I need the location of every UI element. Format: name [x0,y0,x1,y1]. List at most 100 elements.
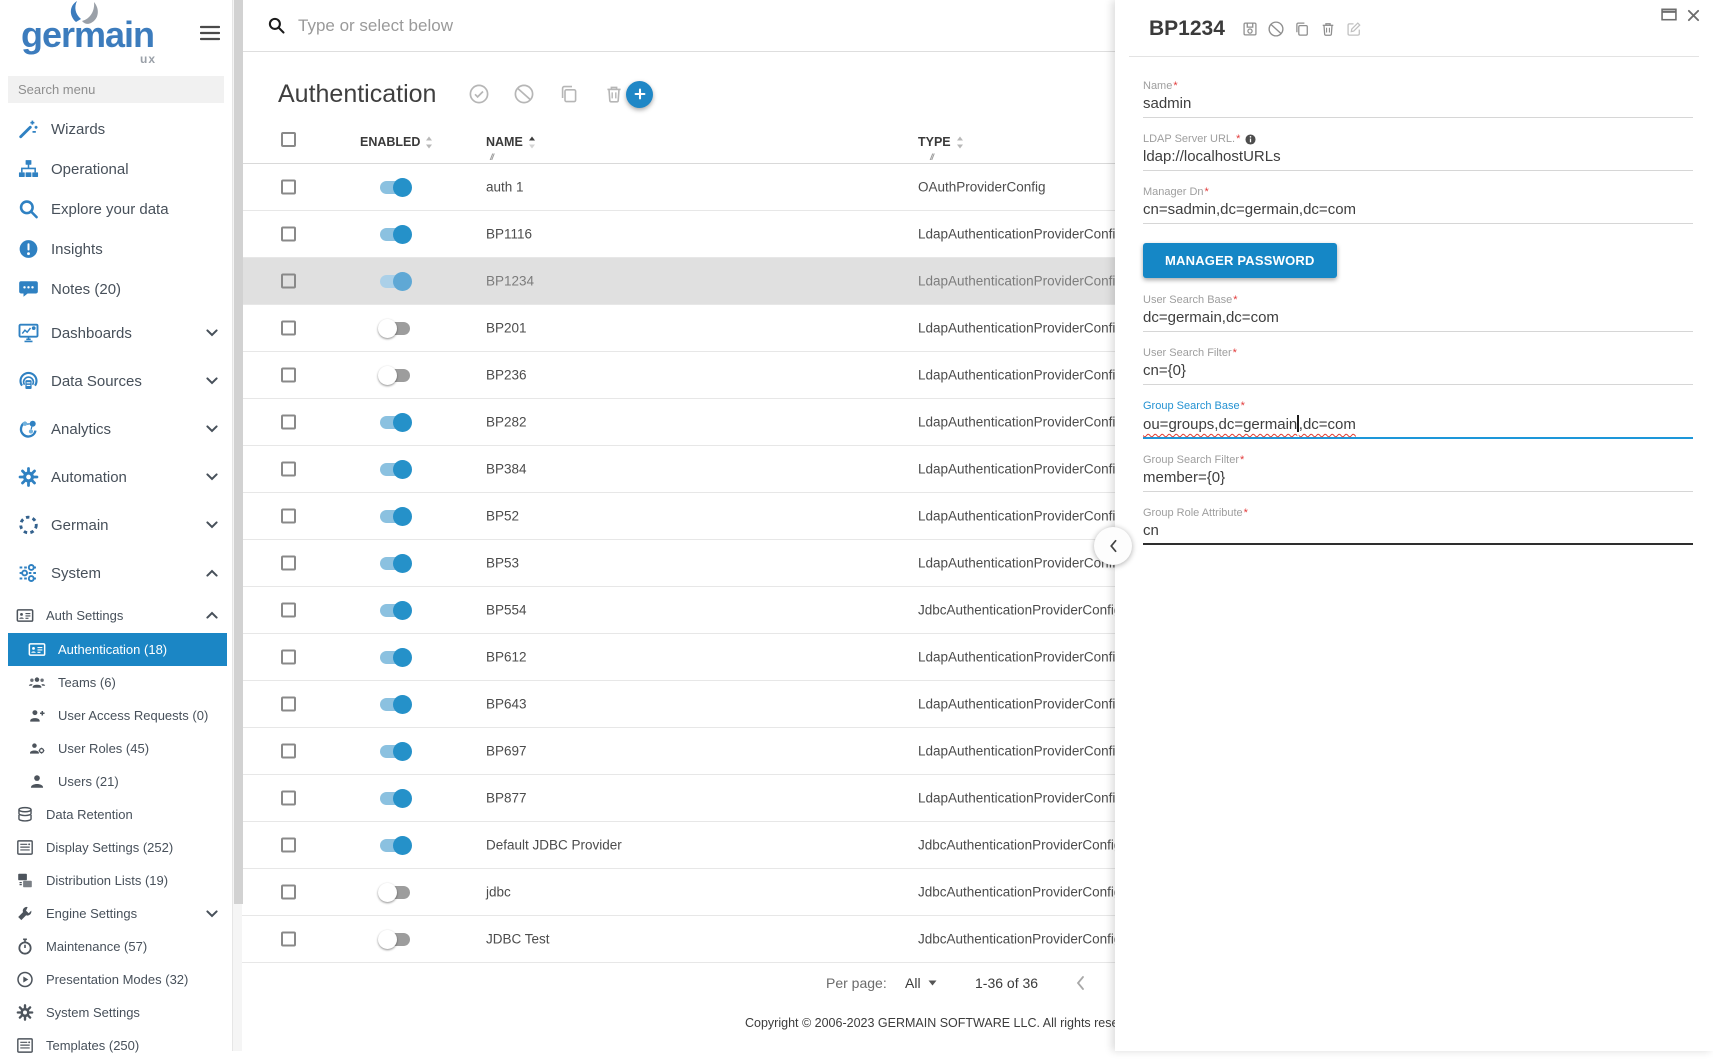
sidebar-item-explore-your-data[interactable]: Explore your data [0,189,232,229]
row-checkbox[interactable] [281,603,296,618]
distribution-icon [16,872,34,889]
column-header-type[interactable]: TYPE [918,135,964,149]
sidebar-item-data-sources[interactable]: Data Sources [0,357,232,405]
row-checkbox[interactable] [281,274,296,289]
enabled-toggle[interactable] [378,459,412,479]
list-icon [16,839,34,856]
select-all-checkbox[interactable] [281,132,296,147]
sidebar-scrollbar[interactable] [232,0,242,1051]
sidebar-item-teams-6[interactable]: Teams (6) [0,666,232,699]
sidebar-item-authentication-18[interactable]: Authentication (18) [0,633,232,666]
sidebar-item-system[interactable]: System [0,549,232,597]
previous-page-icon[interactable] [1075,975,1085,991]
sidebar-item-presentation-modes-32[interactable]: Presentation Modes (32) [0,963,232,996]
row-checkbox[interactable] [281,697,296,712]
field-value-name[interactable]: sadmin [1143,95,1693,118]
sidebar-item-users-21[interactable]: Users (21) [0,765,232,798]
enabled-toggle[interactable] [378,600,412,620]
enabled-toggle[interactable] [378,694,412,714]
field-value-ldap-server-url[interactable]: ldap://localhostURLs [1143,148,1693,171]
magic-wand-icon [18,119,39,139]
enabled-toggle[interactable] [378,647,412,667]
sidebar-item-distribution-lists-19[interactable]: Distribution Lists (19) [0,864,232,897]
trash-icon[interactable] [1320,21,1336,37]
sidebar-item-germain[interactable]: Germain [0,501,232,549]
row-checkbox[interactable] [281,885,296,900]
sidebar-item-wizards[interactable]: Wizards [0,109,232,149]
field-value-group-search-base[interactable]: ou=groups,dc=germain,dc=com [1143,415,1693,439]
save-icon[interactable] [1242,21,1258,37]
check-circle-icon[interactable] [469,84,489,104]
row-checkbox[interactable] [281,321,296,336]
per-page-select[interactable]: All [905,975,937,991]
sidebar-item-user-roles-45[interactable]: User Roles (45) [0,732,232,765]
enabled-toggle[interactable] [378,506,412,526]
row-checkbox[interactable] [281,932,296,947]
column-header-enabled[interactable]: ENABLED [360,135,433,149]
column-header-name[interactable]: NAME [486,135,536,149]
field-value-manager-dn[interactable]: cn=sadmin,dc=germain,dc=com [1143,201,1693,224]
row-checkbox[interactable] [281,415,296,430]
sidebar-item-auth-settings[interactable]: Auth Settings [0,597,232,633]
sidebar-item-operational[interactable]: Operational [0,149,232,189]
row-name: BP554 [486,603,527,618]
dashboard-icon [18,323,39,343]
enabled-toggle[interactable] [378,177,412,197]
enabled-toggle[interactable] [378,318,412,338]
field-value-user-search-filter[interactable]: cn={0} [1143,362,1693,385]
row-checkbox[interactable] [281,509,296,524]
trash-icon[interactable] [604,84,624,104]
column-resize-handle[interactable]: // [930,152,933,162]
hamburger-menu-icon[interactable] [200,25,220,41]
enabled-toggle[interactable] [378,741,412,761]
sidebar-item-templates-250[interactable]: Templates (250) [0,1029,232,1062]
sidebar-item-data-retention[interactable]: Data Retention [0,798,232,831]
row-checkbox[interactable] [281,838,296,853]
row-checkbox[interactable] [281,650,296,665]
row-checkbox[interactable] [281,791,296,806]
close-icon[interactable] [1687,9,1700,22]
enabled-toggle[interactable] [378,553,412,573]
sidebar-item-display-settings-252[interactable]: Display Settings (252) [0,831,232,864]
ban-icon[interactable] [514,84,534,104]
sidebar-item-analytics[interactable]: Analytics [0,405,232,453]
chevron-left-icon [1108,539,1118,553]
maximize-icon[interactable] [1661,8,1677,21]
sidebar-item-engine-settings[interactable]: Engine Settings [0,897,232,930]
enabled-toggle[interactable] [378,365,412,385]
sidebar-item-insights[interactable]: Insights [0,229,232,269]
enabled-toggle[interactable] [378,788,412,808]
enabled-toggle[interactable] [378,835,412,855]
sidebar-search-input[interactable] [8,76,224,103]
copy-icon[interactable] [559,84,579,104]
column-resize-handle[interactable]: // [490,152,493,162]
field-value-group-search-filter[interactable]: member={0} [1143,469,1693,492]
sidebar-item-dashboards[interactable]: Dashboards [0,309,232,357]
enabled-toggle[interactable] [378,929,412,949]
enabled-toggle[interactable] [378,271,412,291]
enabled-toggle[interactable] [378,412,412,432]
row-checkbox[interactable] [281,227,296,242]
sidebar-item-maintenance-57[interactable]: Maintenance (57) [0,930,232,963]
sidebar-scrollbar-thumb[interactable] [234,0,243,904]
edit-icon[interactable] [1346,21,1362,37]
ban-icon[interactable] [1268,21,1284,37]
sidebar-item-notes-20[interactable]: Notes (20) [0,269,232,309]
copy-icon[interactable] [1294,21,1310,37]
row-checkbox[interactable] [281,556,296,571]
field-value-group-role-attribute[interactable]: cn [1143,522,1693,545]
enabled-toggle[interactable] [378,882,412,902]
add-button[interactable] [626,81,653,108]
sidebar-item-automation[interactable]: Automation [0,453,232,501]
enabled-toggle[interactable] [378,224,412,244]
panel-collapse-button[interactable] [1094,527,1132,565]
sidebar-item-user-access-requests-0[interactable]: User Access Requests (0) [0,699,232,732]
row-checkbox[interactable] [281,462,296,477]
field-value-user-search-base[interactable]: dc=germain,dc=com [1143,309,1693,332]
panel-header: BP1234 [1115,0,1713,41]
row-checkbox[interactable] [281,368,296,383]
sidebar-item-system-settings[interactable]: System Settings [0,996,232,1029]
row-checkbox[interactable] [281,180,296,195]
manager-password-button[interactable]: MANAGER PASSWORD [1143,243,1337,278]
row-checkbox[interactable] [281,744,296,759]
